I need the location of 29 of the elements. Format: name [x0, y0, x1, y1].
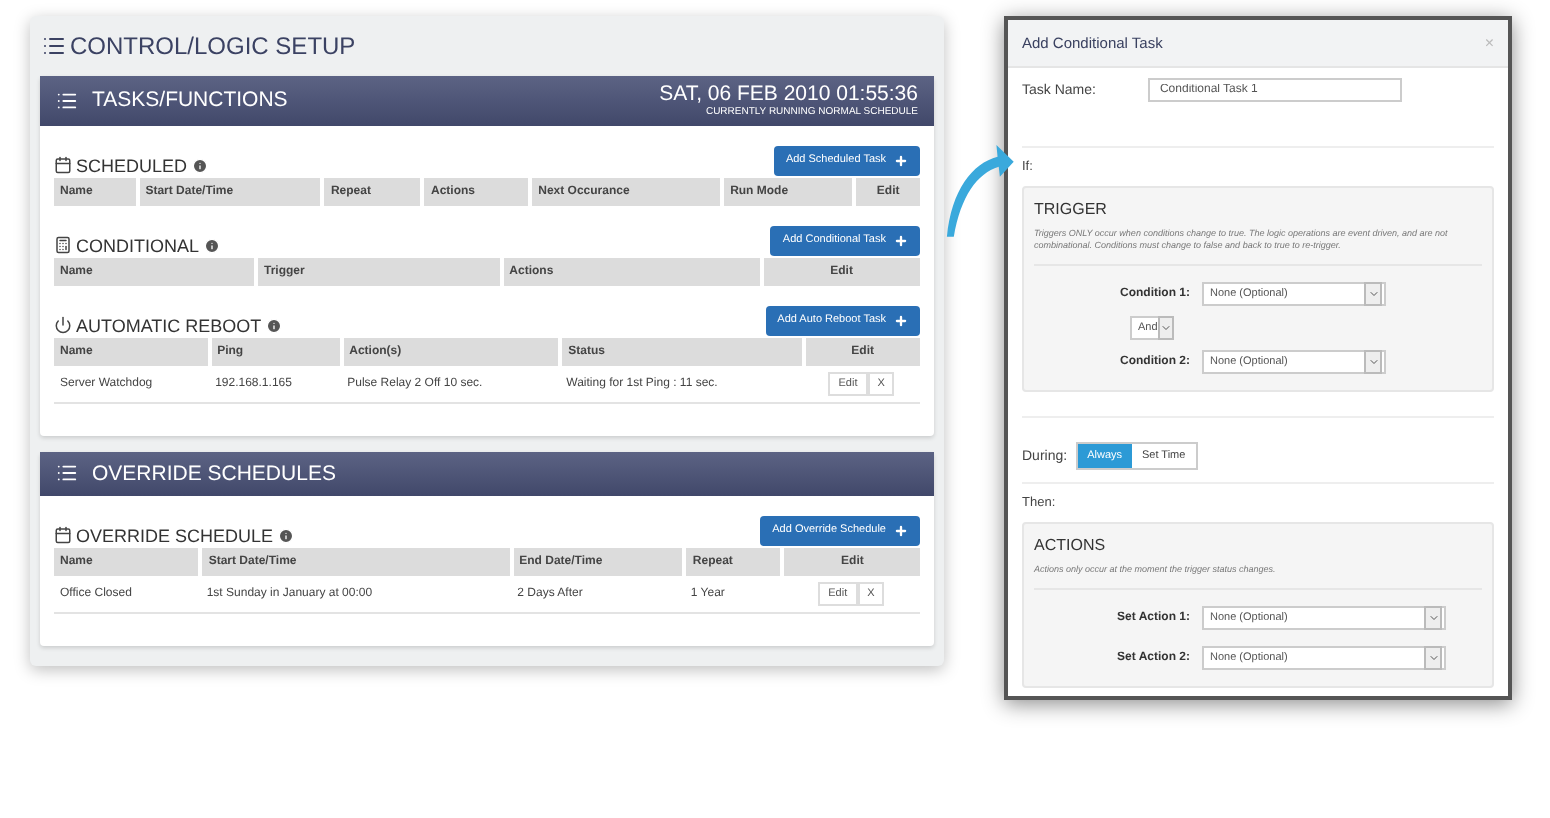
list-icon	[56, 462, 78, 484]
section-title: TRIGGER	[1034, 200, 1109, 218]
caret-icon	[1427, 652, 1439, 665]
calendar-icon	[54, 156, 72, 174]
caret-icon	[1427, 612, 1439, 625]
section-title: ACTIONS	[1034, 536, 1108, 555]
section-title: AUTOMATIC REBOOT	[76, 315, 262, 335]
plus-icon	[894, 153, 908, 167]
plus-icon	[894, 313, 908, 327]
section-title: CONDITIONAL	[76, 235, 200, 255]
caret-icon	[1367, 288, 1379, 301]
date-time: SAT, 06 FEB 2010 01:55:36	[659, 84, 918, 105]
calculator-icon	[54, 236, 72, 254]
info-icon	[191, 157, 208, 173]
calendar-icon	[54, 526, 72, 544]
section-title: OVERRIDE SCHEDULE	[76, 525, 274, 545]
plus-icon	[894, 233, 908, 247]
page-title: CONTROL/LOGIC SETUP	[70, 32, 356, 60]
section-title: SCHEDULED	[76, 155, 188, 175]
caret-icon	[1159, 322, 1172, 335]
panel-title: OVERRIDE SCHEDULES	[92, 461, 336, 485]
info-icon	[203, 237, 220, 253]
caret-icon	[1367, 356, 1379, 369]
info-icon	[277, 527, 294, 543]
panel-title: TASKS/FUNCTIONS	[92, 88, 288, 113]
plus-icon	[894, 523, 908, 537]
list-icon	[56, 89, 78, 112]
power-icon	[54, 316, 72, 334]
info-icon	[265, 317, 282, 333]
